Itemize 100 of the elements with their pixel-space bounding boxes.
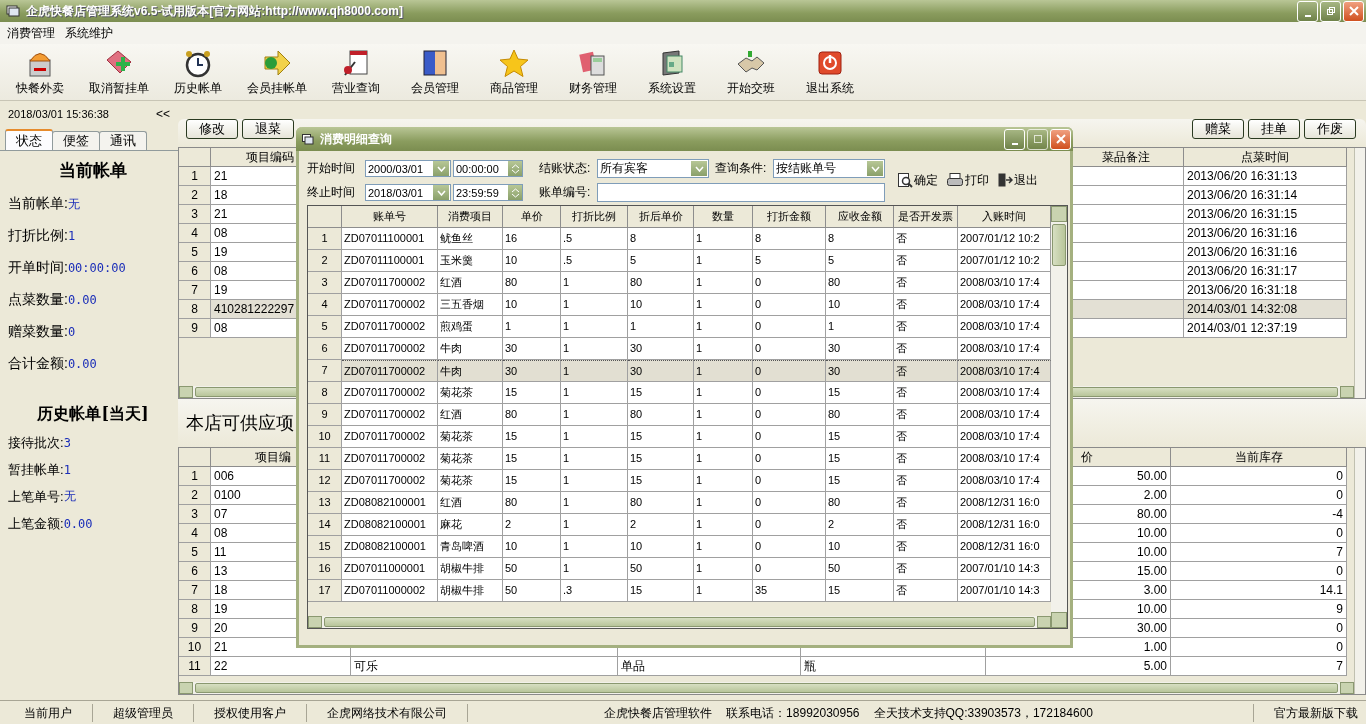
table-cell: 1 [694,228,753,250]
restore-button[interactable] [1320,0,1341,22]
toolbar-button[interactable]: 退出 [995,171,1040,189]
table-cell: 否 [894,448,958,470]
field-value: 1 [67,229,76,243]
table-cell: 三五香烟 [438,294,503,316]
table-cell: .3 [561,580,628,602]
table-cell: 1 [694,558,753,580]
toolbar-button[interactable]: 快餐外卖 [0,46,79,100]
horizontal-scrollbar[interactable] [308,616,1051,628]
time-spinner[interactable]: 23:59:59 [453,184,523,201]
row-number: 10 [308,426,342,448]
menu-item[interactable]: 系统维护 [65,24,113,42]
row-number: 3 [179,205,211,224]
table-cell: 10 [503,294,561,316]
collapse-button[interactable]: << [156,107,170,121]
table-cell: 10 [503,536,561,558]
time-spinner[interactable]: 00:00:00 [453,160,523,177]
condition-dropdown[interactable]: 按结账单号 [773,159,885,178]
table-cell: 30 [628,360,694,382]
toolbar-button[interactable]: 历史帐单 [158,46,237,100]
table-cell: ZD07011000002 [342,580,438,602]
action-button[interactable]: 修改 [186,119,238,139]
toolbar-button[interactable]: 确定 [895,171,940,189]
table-cell: 1 [694,294,753,316]
action-button[interactable]: 退菜 [242,119,294,139]
toolbar-button[interactable]: 会员管理 [395,46,474,100]
toolbar-button[interactable]: 取消暂挂单 [79,46,158,100]
action-button[interactable]: 作废 [1304,119,1356,139]
table-cell: 1 [561,492,628,514]
table-cell: 10 [826,294,894,316]
section-title: 本店可供应项 [186,412,294,435]
printer-icon [946,172,964,188]
toolbar-button[interactable]: 开始交班 [711,46,790,100]
table-cell: 1 [561,514,628,536]
tab[interactable]: 便签 [52,131,100,150]
search-icon [897,172,913,188]
table-cell: 15 [628,448,694,470]
tab[interactable]: 状态 [5,129,53,150]
table-cell: 15 [503,382,561,404]
table-cell: 0 [753,558,826,580]
table-cell: 1 [561,316,628,338]
table-cell: .5 [561,250,628,272]
row-number: 8 [179,300,211,319]
vertical-scrollbar[interactable] [1354,148,1365,398]
row-number: 2 [308,250,342,272]
toolbar-button[interactable]: 营业查询 [316,46,395,100]
field-label: 点菜数量: [8,291,68,309]
minimize-button[interactable] [1297,0,1318,22]
field-value: 0.00 [67,293,97,307]
action-button[interactable]: 挂单 [1248,119,1300,139]
table-cell: 青岛啤酒 [438,536,503,558]
menu-item[interactable]: 消费管理 [7,24,55,42]
row-number: 9 [308,404,342,426]
row-number: 11 [308,448,342,470]
close-icon [1055,134,1066,144]
table-cell: 2014/03/01 12:37:19 [1184,319,1347,338]
toolbar-button[interactable]: 系统设置 [632,46,711,100]
restore-icon [1325,6,1336,16]
toolbar-button[interactable]: 退出系统 [790,46,869,100]
vertical-scrollbar[interactable] [1051,206,1067,628]
table-cell: 2013/06/20 16:31:17 [1184,262,1347,281]
table-cell: 0 [753,338,826,360]
column-header: 当前库存 [1171,448,1347,467]
table-cell: 1 [694,536,753,558]
status-link[interactable]: 官方最新版下载 [1253,704,1366,722]
field-label: 上笔金额: [8,514,64,533]
toolbar-button[interactable]: 会员挂帐单 [237,46,316,100]
toolbar-button[interactable]: 财务管理 [553,46,632,100]
table-cell: ZD08082100001 [342,492,438,514]
dollar-arrow-icon [261,48,292,78]
table-cell: ZD07011700002 [342,338,438,360]
dialog-title: 消费明细查询 [320,130,393,148]
table-cell: 80 [503,272,561,294]
toolbar-button[interactable]: 商品管理 [474,46,553,100]
date-picker[interactable]: 2000/03/01 [365,160,451,177]
action-button[interactable]: 赠菜 [1192,119,1244,139]
table-cell: 2013/06/20 16:31:15 [1184,205,1347,224]
horizontal-scrollbar[interactable] [179,682,1354,694]
status-dropdown[interactable]: 所有宾客 [597,159,709,178]
date-picker[interactable]: 2018/03/01 [365,184,451,201]
tab[interactable]: 通讯 [99,131,147,150]
vertical-scrollbar[interactable] [1354,448,1365,694]
toolbar-button[interactable]: 打印 [944,171,991,189]
minimize-button[interactable] [1004,128,1025,150]
table-cell: 胡椒牛排 [438,580,503,602]
input-field[interactable] [597,183,885,202]
table-cell: 否 [894,470,958,492]
row-number: 8 [179,600,211,619]
row-number: 15 [308,536,342,558]
close-button[interactable] [1050,128,1071,150]
table-cell: 80 [628,272,694,294]
field-label: 上笔单号: [8,487,64,506]
table-cell: 否 [894,316,958,338]
star-icon [498,48,529,78]
table-cell: 15 [826,580,894,602]
maximize-button[interactable] [1027,128,1048,150]
field-value: 无 [63,488,76,505]
close-button[interactable] [1343,0,1364,22]
table-cell: 1 [561,536,628,558]
